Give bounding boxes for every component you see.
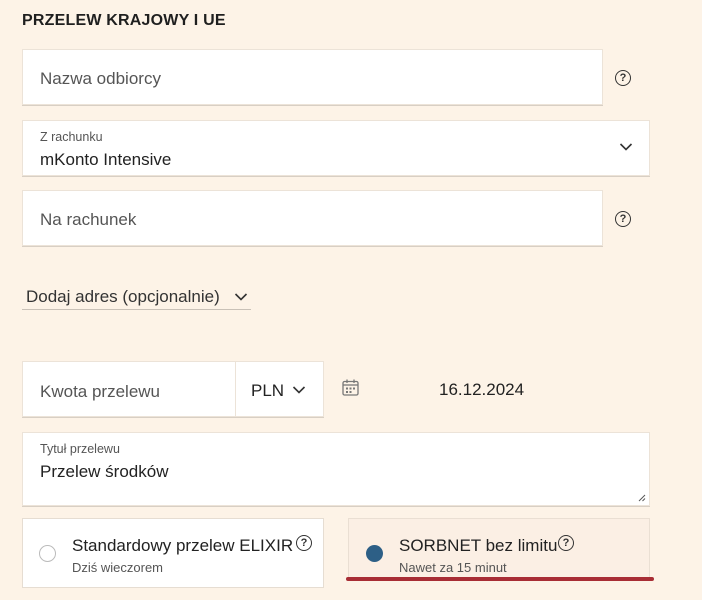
transfer-title-label: Tytuł przelewu [40,442,120,456]
elixir-help-icon[interactable]: ? [296,535,312,551]
elixir-title: Standardowy przelew ELIXIR [72,536,294,555]
to-account-placeholder: Na rachunek [40,210,137,229]
add-address-toggle[interactable]: Dodaj adres (opcjonalnie) [22,286,251,310]
amount-placeholder: Kwota przelewu [40,382,161,401]
sorbnet-subtitle: Nawet za 15 minut [399,560,507,575]
elixir-option-card[interactable]: Standardowy przelew ELIXIR Dziś wieczore… [22,518,324,588]
calendar-icon[interactable] [342,379,359,396]
from-account-value: mKonto Intensive [40,150,172,169]
transfer-date[interactable]: 16.12.2024 [439,380,524,400]
amount-field[interactable]: Kwota przelewu [22,361,236,417]
sorbnet-help-icon[interactable]: ? [558,535,574,551]
add-address-label: Dodaj adres (opcjonalnie) [26,287,220,306]
recipient-name-field[interactable]: Nazwa odbiorcy [22,49,603,105]
recipient-name-placeholder: Nazwa odbiorcy [40,69,161,88]
currency-select[interactable]: PLN [235,361,324,417]
from-account-select[interactable]: Z rachunku mKonto Intensive [22,120,650,176]
chevron-down-icon [292,386,306,394]
sorbnet-title: SORBNET bez limitu [399,536,558,555]
to-account-help-icon[interactable]: ? [615,211,631,227]
from-account-label: Z rachunku [40,130,103,144]
sorbnet-option-card[interactable]: SORBNET bez limitu Nawet za 15 minut [348,518,650,580]
elixir-radio[interactable] [39,545,56,562]
to-account-field[interactable]: Na rachunek [22,190,603,246]
currency-value: PLN [251,381,285,400]
transfer-title-field[interactable]: Tytuł przelewu Przelew środków [22,432,650,506]
sorbnet-radio[interactable] [366,545,383,562]
resize-handle-icon[interactable] [638,494,646,502]
highlight-underline [346,577,654,581]
page-title: PRZELEW KRAJOWY I UE [22,12,226,29]
chevron-down-icon [234,293,248,301]
chevron-down-icon [619,143,633,151]
transfer-title-value: Przelew środków [40,462,169,481]
elixir-subtitle: Dziś wieczorem [72,560,164,575]
recipient-help-icon[interactable]: ? [615,70,631,86]
